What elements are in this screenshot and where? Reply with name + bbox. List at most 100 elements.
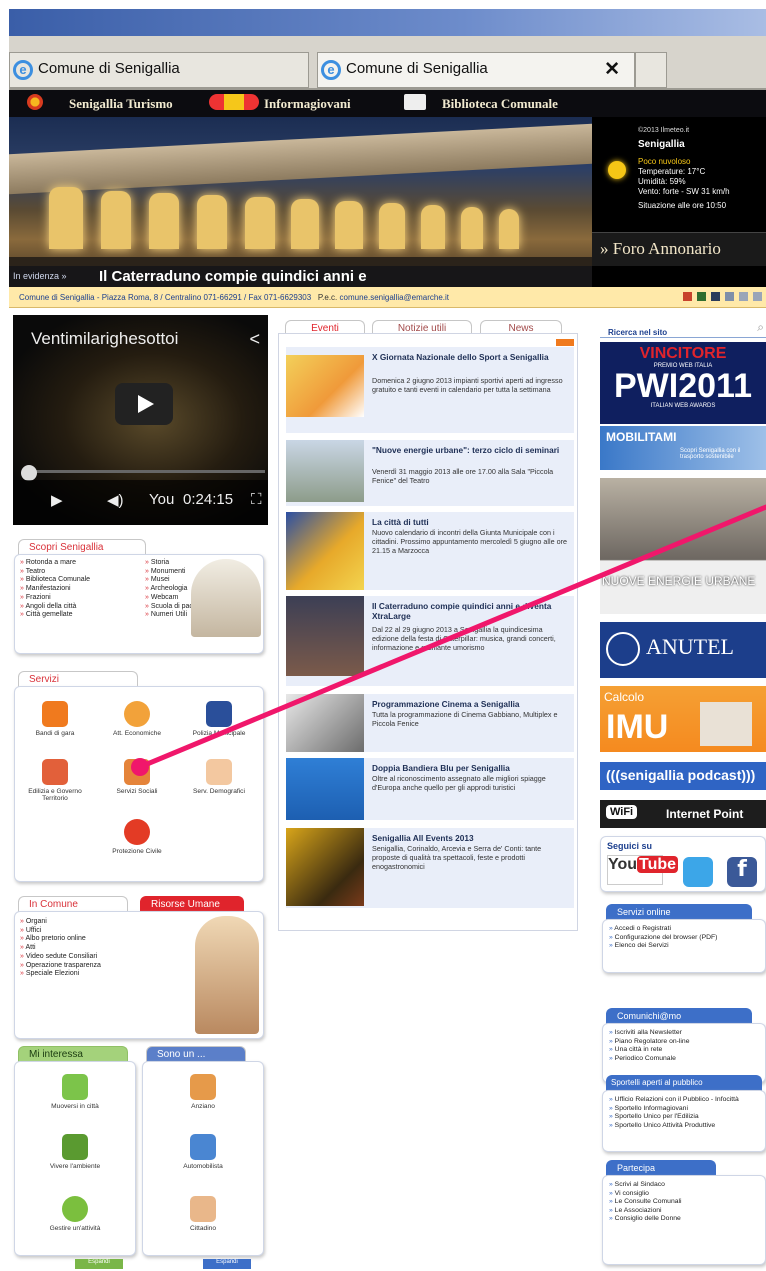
- list-item[interactable]: Scuola di pace: [145, 603, 197, 612]
- list-item[interactable]: Sportello Informagiovani: [609, 1105, 765, 1114]
- imu-banner[interactable]: Calcolo IMU: [600, 686, 766, 752]
- progress-bar[interactable]: [25, 470, 265, 473]
- service-bandi[interactable]: Bandi di gara: [15, 701, 95, 737]
- search-input[interactable]: Ricerca nel sito: [608, 328, 667, 337]
- pec-link[interactable]: comune.senigallia@emarche.it: [340, 293, 450, 302]
- youtube-icon[interactable]: You Tube: [607, 855, 679, 885]
- close-tab-icon[interactable]: ✕: [604, 58, 620, 81]
- service-att-economiche[interactable]: Att. Economiche: [97, 701, 177, 737]
- list-item[interactable]: Teatro: [20, 568, 90, 577]
- play-button[interactable]: [115, 383, 173, 425]
- expand-button[interactable]: Espandi: [75, 1259, 123, 1269]
- list-item[interactable]: Webcam: [145, 594, 197, 603]
- list-item[interactable]: Vi consiglio: [609, 1190, 682, 1199]
- list-item[interactable]: Biblioteca Comunale: [20, 576, 90, 585]
- volume-icon[interactable]: ◀): [107, 491, 124, 509]
- service-edilizia[interactable]: Edilizia e Governo Territorio: [15, 759, 95, 802]
- youtube-brand[interactable]: You: [149, 491, 174, 508]
- profile-cittadino[interactable]: Cittadino: [163, 1196, 243, 1232]
- list-item[interactable]: Le Consulte Comunali: [609, 1198, 682, 1207]
- list-item[interactable]: Uffici: [20, 927, 101, 936]
- list-item[interactable]: Albo pretorio online: [20, 935, 101, 944]
- interest-muoversi[interactable]: Muoversi in città: [35, 1074, 115, 1110]
- list-item[interactable]: Numeri Utili: [145, 611, 197, 620]
- tab-mi-interessa[interactable]: Mi interessa: [18, 1046, 128, 1062]
- nav-turismo[interactable]: Senigallia Turismo: [69, 96, 173, 112]
- facebook-icon[interactable]: f: [727, 857, 757, 887]
- podcast-banner[interactable]: (((senigallia podcast))): [600, 762, 766, 790]
- map-icon[interactable]: [697, 292, 706, 301]
- interest-ambiente[interactable]: Vivere l'ambiente: [35, 1134, 115, 1170]
- list-item[interactable]: Storia: [145, 559, 197, 568]
- new-tab-button[interactable]: [635, 52, 667, 88]
- list-item[interactable]: Organi: [20, 918, 101, 927]
- browser-tab-1[interactable]: e Comune di Senigallia: [9, 52, 309, 88]
- list-item[interactable]: Sportello Unico per l'Edilizia: [609, 1113, 765, 1122]
- mobilita-banner[interactable]: MOBILITAMI Scopri Senigallia con il tras…: [600, 426, 766, 470]
- event-item[interactable]: La città di tutti Nuovo calendario di in…: [286, 512, 574, 590]
- list-item[interactable]: Sportello Unico Attività Produttive: [609, 1122, 765, 1131]
- browser-tab-2[interactable]: e Comune di Senigallia ✕: [317, 52, 635, 88]
- list-item[interactable]: Accedi o Registrati: [609, 925, 717, 934]
- list-item[interactable]: Una città in rete: [609, 1046, 690, 1055]
- list-item[interactable]: Atti: [20, 944, 101, 953]
- rss-icon[interactable]: [556, 339, 574, 346]
- event-item[interactable]: Il Caterraduno compie quindici anni e di…: [286, 596, 574, 686]
- list-item[interactable]: Speciale Elezioni: [20, 970, 101, 979]
- profile-anziano[interactable]: Anziano: [163, 1074, 243, 1110]
- expand-button[interactable]: Espandi: [203, 1259, 251, 1269]
- list-item[interactable]: Operazione trasparenza: [20, 962, 101, 971]
- event-item[interactable]: Senigallia All Events 2013 Senigallia, C…: [286, 828, 574, 908]
- energie-urbane-banner[interactable]: NUOVE ENERGIE URBANE: [600, 478, 766, 614]
- youtube-video-player[interactable]: Ventimilarighesottoi < ▶ ◀) You 0:24:15 …: [13, 315, 268, 525]
- interest-attivita[interactable]: Gestire un'attività: [35, 1196, 115, 1232]
- list-item[interactable]: Monumenti: [145, 568, 197, 577]
- evidenza-banner[interactable]: In evidenza » Il Caterraduno compie quin…: [9, 266, 592, 287]
- text-size-icon[interactable]: [725, 292, 734, 301]
- progress-knob[interactable]: [21, 465, 37, 481]
- list-item[interactable]: Iscriviti alla Newsletter: [609, 1029, 690, 1038]
- list-item[interactable]: Piano Regolatore on-line: [609, 1038, 690, 1047]
- anutel-banner[interactable]: ANUTEL: [600, 622, 766, 678]
- list-item[interactable]: Manifestazioni: [20, 585, 90, 594]
- profile-automobilista[interactable]: Automobilista: [163, 1134, 243, 1170]
- contrast-icon[interactable]: [711, 292, 720, 301]
- nav-biblioteca[interactable]: Biblioteca Comunale: [442, 96, 558, 112]
- list-item[interactable]: Video sedute Consiliari: [20, 953, 101, 962]
- service-demografici[interactable]: Serv. Demografici: [179, 759, 259, 795]
- pwi-banner[interactable]: VINCITORE PREMIO WEB ITALIA PWI2011 ITAL…: [600, 342, 766, 424]
- wifi-banner[interactable]: WiFi Internet Point: [600, 800, 766, 828]
- list-item[interactable]: Archeologia: [145, 585, 197, 594]
- service-polizia[interactable]: Polizia Municipale: [179, 701, 259, 737]
- event-item[interactable]: X Giornata Nazionale dello Sport a Senig…: [286, 347, 574, 433]
- hero-image[interactable]: [9, 117, 592, 287]
- list-item[interactable]: Configurazione del browser (PDF): [609, 934, 718, 943]
- nav-informagiovani[interactable]: Informagiovani: [264, 96, 351, 112]
- list-item[interactable]: Rotonda a mare: [20, 559, 90, 568]
- weather-widget[interactable]: ©2013 Ilmeteo.it Senigallia Poco nuvolos…: [592, 117, 766, 232]
- list-item[interactable]: Frazioni: [20, 594, 90, 603]
- share-icon[interactable]: <: [249, 329, 260, 350]
- text-large-icon[interactable]: [739, 292, 748, 301]
- list-item[interactable]: Angoli della città: [20, 603, 90, 612]
- list-item[interactable]: Periodico Comunale: [609, 1055, 690, 1064]
- service-protezione-civile[interactable]: Protezione Civile: [97, 819, 177, 855]
- fullscreen-icon[interactable]: ⛶: [251, 491, 262, 508]
- tab-sono-un[interactable]: Sono un ...: [146, 1046, 246, 1062]
- evidenza-title[interactable]: Il Caterraduno compie quindici anni e: [99, 268, 367, 285]
- play-icon[interactable]: ▶: [51, 491, 63, 509]
- list-item[interactable]: Città gemellate: [20, 611, 90, 620]
- list-item[interactable]: Elenco dei Servizi: [609, 942, 717, 951]
- event-item[interactable]: "Nuove energie urbane": terzo ciclo di s…: [286, 440, 574, 506]
- list-item[interactable]: Consiglio delle Donne: [609, 1215, 682, 1224]
- event-item[interactable]: Programmazione Cinema a Senigallia Tutta…: [286, 694, 574, 752]
- tab-risorse-umane[interactable]: Risorse Umane: [140, 896, 244, 912]
- tab-in-comune[interactable]: In Comune: [18, 896, 128, 912]
- list-item[interactable]: Scrivi al Sindaco: [609, 1181, 682, 1190]
- text-xlarge-icon[interactable]: [753, 292, 762, 301]
- search-icon[interactable]: ⌕: [757, 320, 764, 335]
- list-item[interactable]: Le Associazioni: [609, 1207, 682, 1216]
- twitter-icon[interactable]: [683, 857, 713, 887]
- service-sociali[interactable]: Servizi Sociali: [97, 759, 177, 795]
- list-item[interactable]: Ufficio Relazioni con il Pubblico - Info…: [609, 1096, 765, 1105]
